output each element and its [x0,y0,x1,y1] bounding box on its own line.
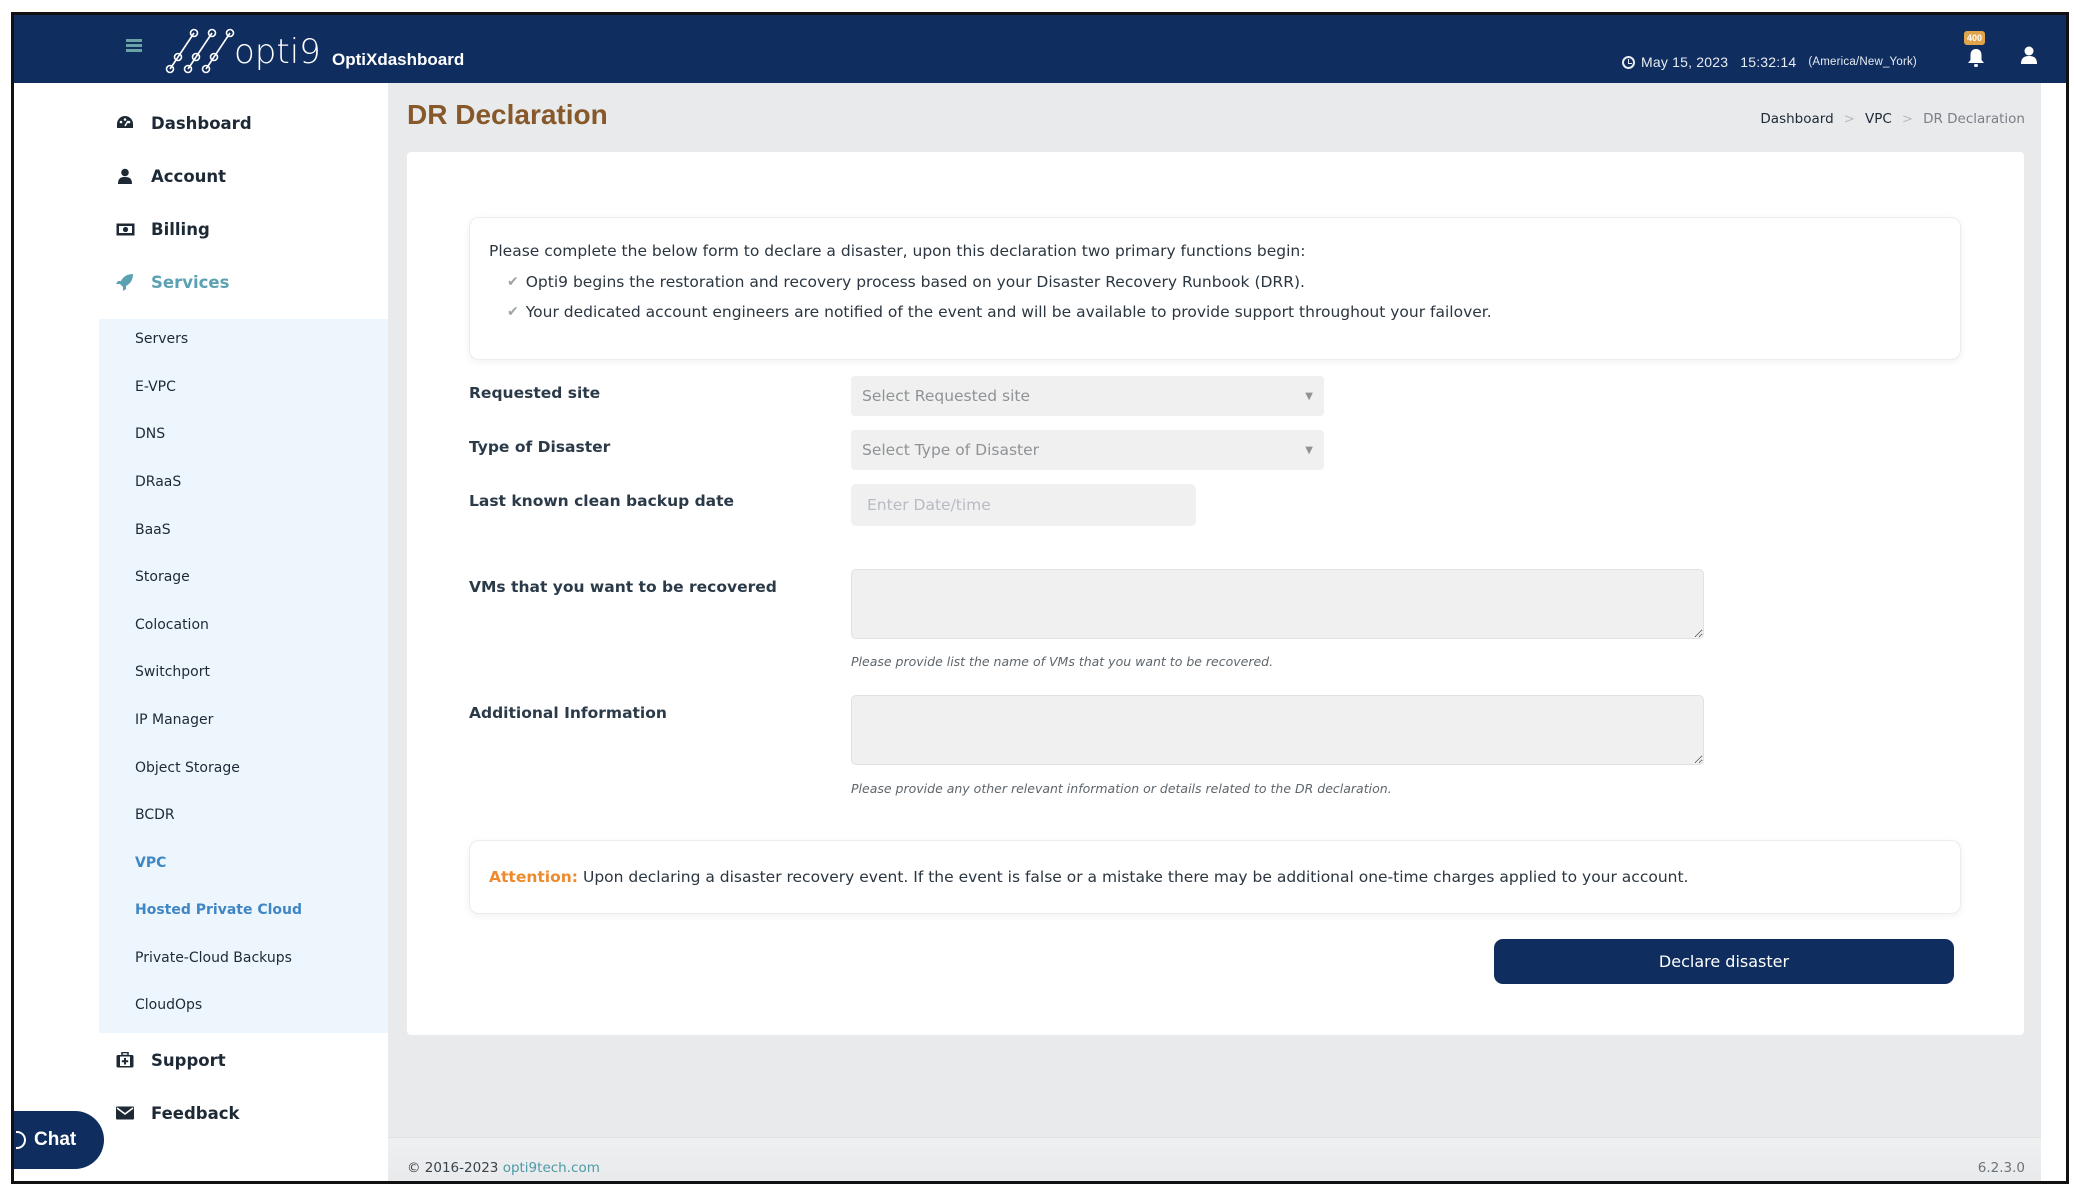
caret-down-icon: ▼ [1305,444,1313,456]
submenu-item-private-cloud-backups[interactable]: Private-Cloud Backups [135,950,292,966]
submenu-item-switchport[interactable]: Switchport [135,664,210,680]
timezone: (America/New_York) [1808,56,1917,68]
requested-site-label: Requested site [469,384,601,402]
requested-site-placeholder: Select Requested site [862,387,1031,405]
info-point: ✔ Opti9 begins the restoration and recov… [507,273,1941,291]
breadcrumb-separator: > [1901,111,1914,127]
vms-help-text: Please provide list the name of VMs that… [851,654,1274,669]
user-profile-icon[interactable] [2020,45,2038,65]
check-icon: ✔ [507,303,519,320]
copyright: © 2016-2023 opti9tech.com [407,1160,600,1176]
sidebar-item-billing[interactable]: Billing [115,219,210,239]
notification-count-badge: 400 [1964,31,1986,45]
page-title: DR Declaration [407,99,608,130]
sidebar-item-support[interactable]: Support [115,1050,226,1070]
medkit-icon [115,1050,135,1070]
current-time: 15:32:14 [1740,54,1797,70]
notifications-bell-icon[interactable] [1967,48,1985,68]
submenu-item-dns[interactable]: DNS [135,426,165,442]
submenu-item-ip-manager[interactable]: IP Manager [135,712,213,728]
opti9-logo[interactable]: opti9 [164,25,324,75]
services-submenu: Servers E-VPC DNS DRaaS BaaS Storage Col… [99,319,388,1033]
chat-button[interactable]: Chat [14,1111,104,1169]
submenu-item-e-vpc[interactable]: E-VPC [135,379,176,395]
sidebar-item-label: Billing [151,219,210,239]
submenu-item-storage[interactable]: Storage [135,569,190,585]
additional-info-help-text: Please provide any other relevant inform… [851,781,1392,796]
sidebar-item-dashboard[interactable]: Dashboard [115,113,252,133]
additional-info-textarea[interactable] [851,695,1704,765]
sidebar-item-label: Account [151,166,227,186]
info-point-text: Your dedicated account engineers are not… [525,302,1492,321]
attention-notice: Attention: Upon declaring a disaster rec… [469,840,1961,914]
sidebar: Dashboard Account Billing Services Serve… [14,83,388,1181]
requested-site-select[interactable]: Select Requested site ▼ [851,376,1324,416]
submenu-item-servers[interactable]: Servers [135,331,188,347]
additional-info-label: Additional Information [469,704,667,722]
sidebar-item-label: Feedback [151,1103,240,1123]
logo-graphic: opti9 [165,28,321,74]
datetime-display: May 15, 2023 15:32:14 (America/New_York) [1622,54,1917,70]
disaster-type-placeholder: Select Type of Disaster [862,441,1040,459]
info-point-text: Opti9 begins the restoration and recover… [525,272,1305,291]
copyright-text: © 2016-2023 [407,1160,499,1176]
info-intro: Please complete the below form to declar… [489,242,1306,260]
opti9tech-link[interactable]: opti9tech.com [503,1160,600,1176]
declare-disaster-button[interactable]: Declare disaster [1494,939,1954,984]
disaster-type-label: Type of Disaster [469,438,611,456]
submenu-item-baas[interactable]: BaaS [135,522,171,538]
info-point: ✔ Your dedicated account engineers are n… [507,303,1941,321]
submenu-item-bcdr[interactable]: BCDR [135,807,175,823]
logo-wordmark: opti9 [234,32,321,72]
sidebar-item-services[interactable]: Services [115,272,229,292]
submenu-item-colocation[interactable]: Colocation [135,617,209,633]
attention-prefix: Attention: [489,868,578,886]
dr-declaration-card: Please complete the below form to declar… [407,152,2024,1035]
chat-bubble-icon [16,1131,26,1149]
check-icon: ✔ [507,273,519,290]
sidebar-item-label: Dashboard [151,113,252,133]
envelope-icon [115,1103,135,1123]
sidebar-item-label: Support [151,1050,226,1070]
breadcrumb: Dashboard > VPC > DR Declaration [1760,111,2025,127]
submenu-item-hosted-private-cloud[interactable]: Hosted Private Cloud [135,902,302,918]
clock-icon [1622,55,1635,69]
tachometer-icon [115,113,135,133]
breadcrumb-vpc[interactable]: VPC [1865,111,1892,127]
top-navbar: opti9 OptiXdashboard May 15, 2023 15:32:… [14,15,2066,83]
current-date: May 15, 2023 [1641,54,1729,70]
disaster-type-select[interactable]: Select Type of Disaster ▼ [851,430,1324,470]
submenu-item-cloudops[interactable]: CloudOps [135,997,202,1013]
main-content: DR Declaration Dashboard > VPC > DR Decl… [388,83,2041,1181]
submenu-item-draas[interactable]: DRaaS [135,474,181,490]
menu-toggle-icon[interactable] [126,39,142,53]
user-icon [115,166,135,186]
vms-textarea[interactable] [851,569,1704,639]
breadcrumb-separator: > [1843,111,1855,127]
app-version: 6.2.3.0 [1977,1160,2025,1176]
sidebar-item-feedback[interactable]: Feedback [115,1103,240,1123]
footer: © 2016-2023 opti9tech.com 6.2.3.0 [388,1137,2041,1181]
sidebar-item-label: Services [151,272,230,292]
money-icon [115,219,135,239]
chat-label: Chat [34,1129,77,1150]
caret-down-icon: ▼ [1305,390,1313,402]
breadcrumb-current: DR Declaration [1923,111,2025,127]
info-box: Please complete the below form to declar… [469,217,1961,360]
browser-window: opti9 OptiXdashboard May 15, 2023 15:32:… [11,12,2069,1184]
sidebar-item-account[interactable]: Account [115,166,226,186]
backup-date-input[interactable] [851,484,1196,526]
attention-text: Upon declaring a disaster recovery event… [582,868,1689,886]
rocket-icon [115,272,135,292]
breadcrumb-dashboard[interactable]: Dashboard [1760,111,1833,127]
app-name: OptiXdashboard [332,50,465,69]
backup-date-label: Last known clean backup date [469,492,735,510]
submenu-item-vpc[interactable]: VPC [135,855,166,871]
vms-label: VMs that you want to be recovered [469,578,777,596]
submenu-item-object-storage[interactable]: Object Storage [135,760,240,776]
